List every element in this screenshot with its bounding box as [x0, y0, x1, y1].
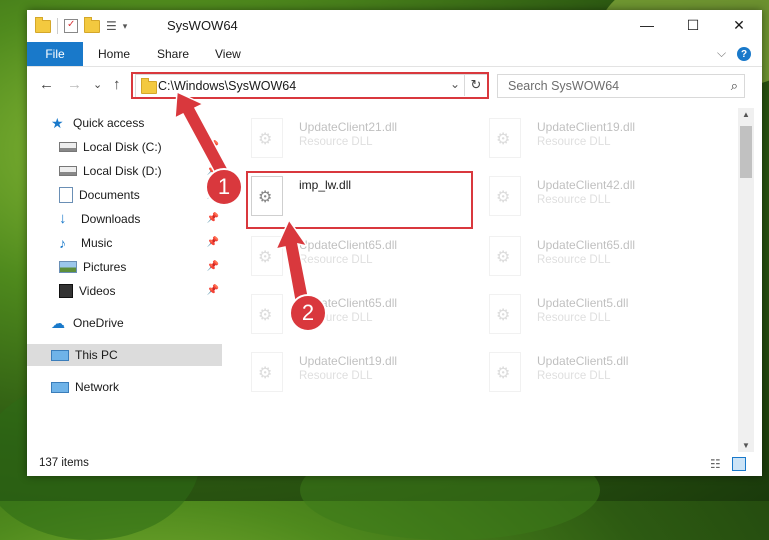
arrow-2: [274, 218, 310, 303]
step-1-badge: 1: [205, 168, 243, 206]
explorer-window: ✓ ☰ ▾ SysWOW64 — ☐ ✕ File Home Share Vie…: [27, 10, 762, 476]
step-2-badge: 2: [289, 294, 327, 332]
annotation-arrows: [174, 90, 310, 303]
